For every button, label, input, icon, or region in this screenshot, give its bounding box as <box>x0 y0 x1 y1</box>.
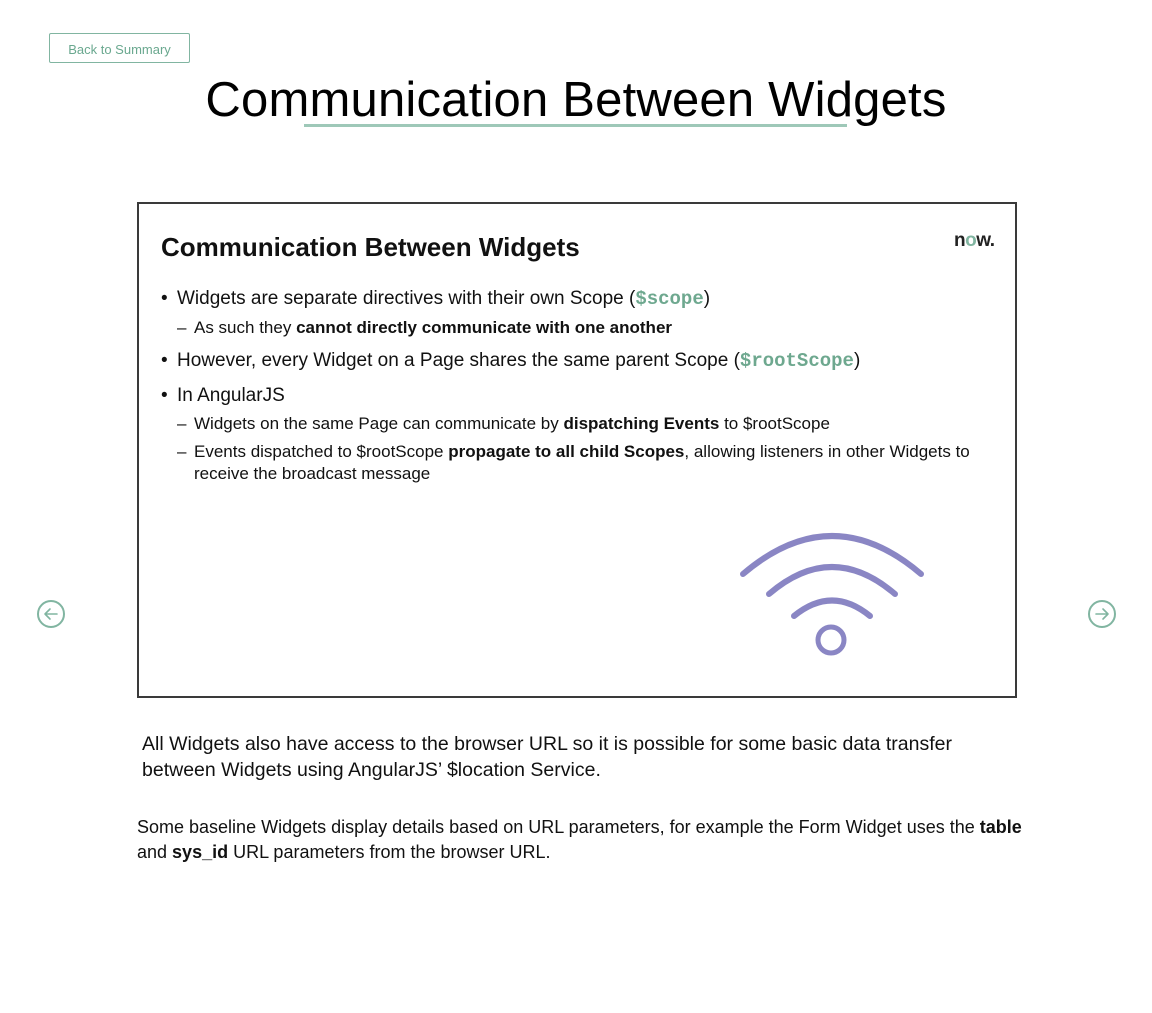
slide-subbullet-1: – As such they cannot directly communica… <box>177 318 673 337</box>
slide-bullet-2: • However, every Widget on a Page shares … <box>161 350 861 372</box>
arrow-left-circle-icon <box>44 608 58 620</box>
sys-id-param: sys_id <box>172 842 229 862</box>
next-slide-button[interactable] <box>1088 600 1116 628</box>
slide-image: Communication Between Widgets now. • Widg… <box>137 202 1017 698</box>
body-paragraph-1: All Widgets also have access to the brow… <box>142 733 952 781</box>
slide-subbullet-3b: – Events dispatched to $rootScope propag… <box>177 442 970 483</box>
wifi-broadcast-icon <box>740 533 924 656</box>
body-paragraph-2: Some baseline Widgets display details ba… <box>137 817 1022 862</box>
servicenow-logo: now. <box>954 230 995 251</box>
slide-subbullet-3a: – Widgets on the same Page can communica… <box>177 414 830 433</box>
slide-bullet-1: • Widgets are separate directives with th… <box>161 288 711 310</box>
page-title: Communication Between Widgets <box>205 73 947 127</box>
slide-bullet-3: • In AngularJS <box>161 385 285 406</box>
slide-title: Communication Between Widgets <box>161 232 580 262</box>
arrow-right-circle-icon <box>1095 608 1109 620</box>
previous-slide-button[interactable] <box>37 600 65 628</box>
table-param: table <box>979 817 1022 837</box>
title-underline <box>304 124 847 127</box>
back-to-summary-button[interactable]: Back to Summary <box>49 33 190 63</box>
